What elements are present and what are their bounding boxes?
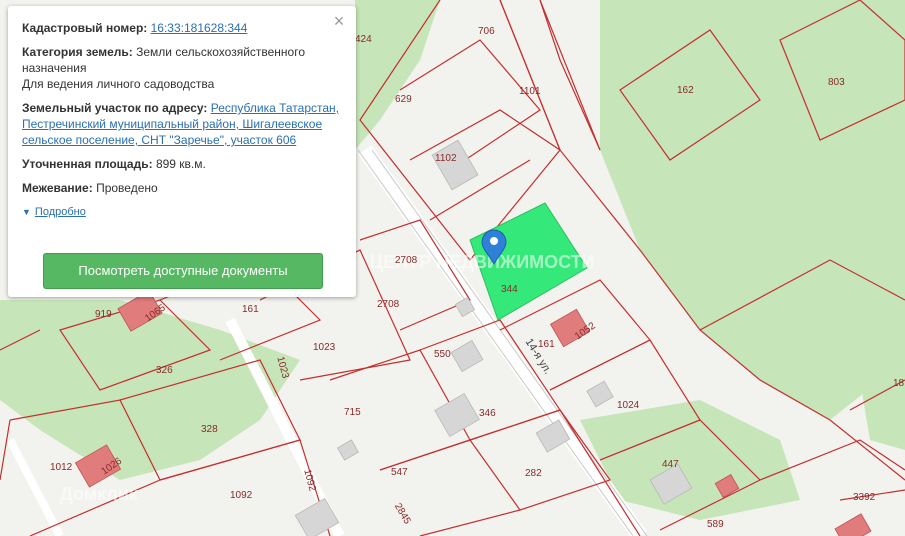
details-toggle[interactable]: ▼ Подробно (22, 204, 342, 220)
plot-label: 3392 (853, 492, 876, 503)
plot-label: 1092 (230, 490, 253, 501)
survey-label: Межевание: (22, 181, 93, 195)
area-value: 899 кв.м. (155, 157, 206, 171)
plot-label: 715 (344, 407, 361, 418)
category-row: Категория земель: Земли сельскохозяйстве… (22, 44, 342, 92)
survey-row: Межевание: Проведено (22, 180, 342, 196)
plot-label: 589 (707, 519, 724, 530)
plot-label: 2708 (395, 255, 418, 266)
plot-label: 2845 (392, 501, 413, 526)
caret-down-icon: ▼ (22, 207, 31, 217)
cadastral-number-link[interactable]: 16:33:181628:344 (151, 21, 248, 35)
plot-label: 162 (677, 85, 694, 96)
category-label: Категория земель: (22, 45, 133, 59)
road (6, 438, 64, 536)
address-row: Земельный участок по адресу: Республика … (22, 100, 342, 148)
plot-label: 161 (242, 304, 259, 315)
plot-label: 629 (395, 94, 412, 105)
plot-label: 1012 (50, 462, 73, 473)
plot-label: 803 (828, 77, 845, 88)
plot-label: 424 (355, 34, 372, 45)
address-label: Земельный участок по адресу: (22, 101, 208, 115)
plot-label: 447 (662, 459, 679, 470)
plot-label: 1092 (301, 468, 317, 493)
usage-value: Для ведения личного садоводства (22, 77, 215, 91)
plot-label: 1024 (617, 400, 640, 411)
plot-label: 547 (391, 467, 408, 478)
plot-label: 2708 (377, 299, 400, 310)
plot-label: 18 (893, 378, 905, 389)
details-link[interactable]: Подробно (35, 204, 86, 220)
watermark-brand: Домклик (60, 484, 139, 504)
area-label: Уточненная площадь: (22, 157, 153, 171)
forest-area (600, 0, 905, 420)
plot-label: 550 (434, 349, 451, 360)
close-icon[interactable]: × (330, 12, 348, 30)
plot-label: 282 (525, 468, 542, 479)
road (358, 145, 647, 536)
plot-label: 1102 (435, 153, 457, 164)
plot-label: 328 (201, 424, 218, 435)
view-documents-button[interactable]: Посмотреть доступные документы (43, 253, 323, 289)
plot-label: 326 (156, 365, 173, 376)
forest-area (355, 0, 440, 150)
plot-label: 1101 (519, 86, 541, 97)
parcel-info-popup: × Кадастровый номер: 16:33:181628:344 Ка… (8, 6, 356, 297)
selected-parcel-label: 344 (501, 284, 518, 295)
cadastral-label: Кадастровый номер: (22, 21, 148, 35)
plot-label: 706 (478, 26, 495, 37)
plot-label: 1023 (313, 342, 336, 353)
plot-label: 919 (95, 309, 112, 320)
survey-value: Проведено (96, 181, 158, 195)
area-row: Уточненная площадь: 899 кв.м. (22, 156, 342, 172)
road (357, 149, 634, 536)
plot-label: 346 (479, 408, 496, 419)
cadastral-row: Кадастровый номер: 16:33:181628:344 (22, 20, 342, 36)
